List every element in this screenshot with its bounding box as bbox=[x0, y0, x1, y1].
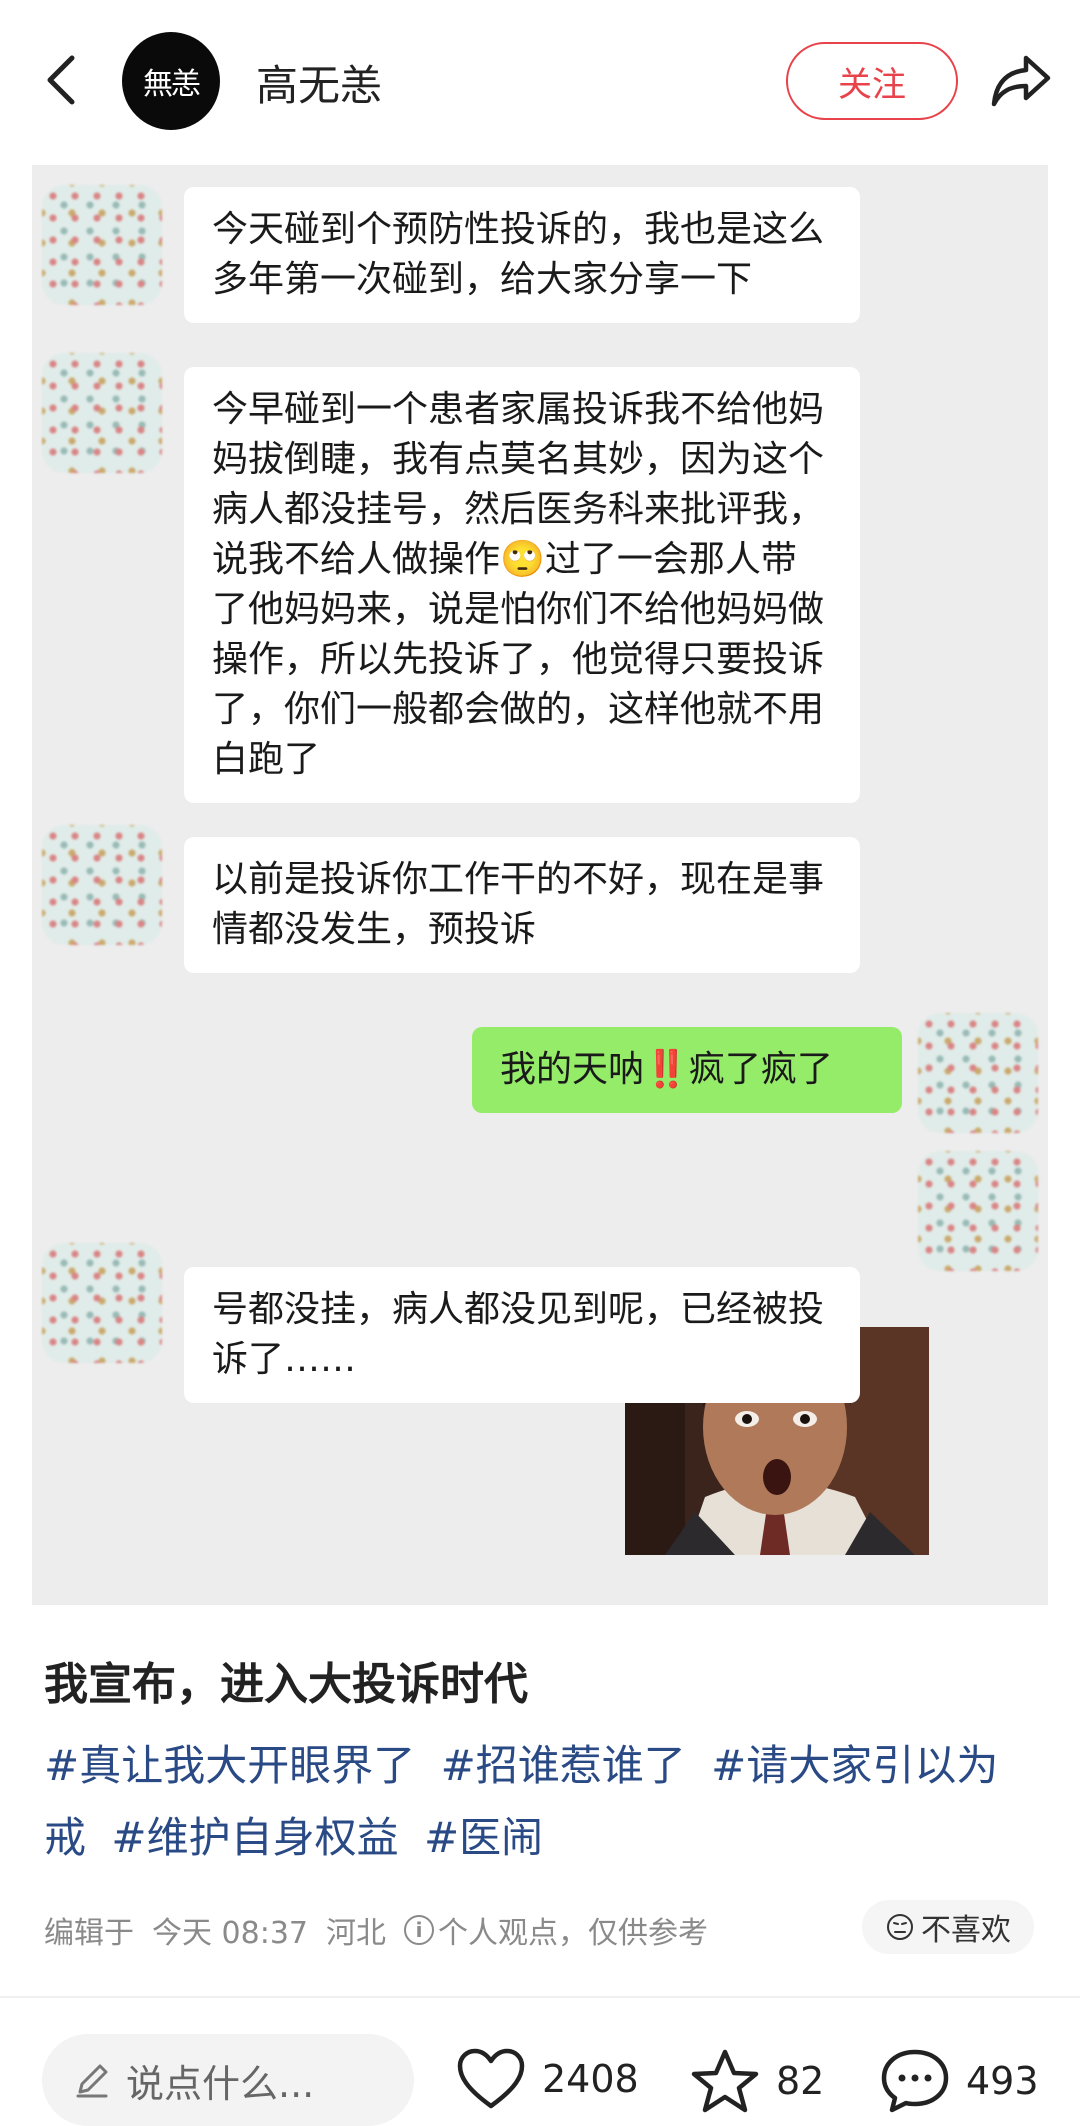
post-title: 我宣布，进入大投诉时代 bbox=[44, 1659, 528, 1710]
chat-screenshot[interactable]: 今天碰到个预防性投诉的，我也是这么多年第一次碰到，给大家分享一下 今早碰到一个患… bbox=[32, 165, 1048, 1605]
self-avatar-blurred bbox=[918, 1013, 1038, 1133]
chat-message-1: 今天碰到个预防性投诉的，我也是这么多年第一次碰到，给大家分享一下 bbox=[184, 187, 860, 323]
chat-message-2: 今早碰到一个患者家属投诉我不给他妈妈拔倒睫，我有点莫名其妙，因为这个病人都没挂号… bbox=[184, 367, 860, 803]
edited-prefix: 编辑于 bbox=[44, 1916, 134, 1951]
sender-avatar-blurred bbox=[42, 185, 162, 305]
hashtag-link[interactable]: #维护自身权益 bbox=[111, 1813, 398, 1862]
author-name[interactable]: 高无恙 bbox=[256, 52, 382, 113]
comment-bubble-icon bbox=[881, 2049, 949, 2113]
comment-count: 493 bbox=[966, 2059, 1039, 2103]
chat-message-5: 号都没挂，病人都没见到呢，已经被投诉了…… bbox=[184, 1267, 860, 1403]
chat-message-4: 我的天呐‼️疯了疯了 bbox=[472, 1027, 902, 1113]
divider bbox=[0, 1996, 1080, 1998]
location: 河北 bbox=[326, 1916, 386, 1951]
sender-avatar-blurred bbox=[42, 1243, 162, 1363]
post-meta: 编辑于 今天 08:37 河北 i 个人观点，仅供参考 bbox=[44, 1908, 708, 1952]
avatar[interactable]: 無恙 bbox=[122, 32, 220, 130]
favorite-button[interactable]: 82 bbox=[690, 2048, 824, 2114]
star-icon bbox=[691, 2049, 759, 2113]
dislike-label: 不喜欢 bbox=[921, 1913, 1011, 1948]
hashtag-link[interactable]: #真让我大开眼界了 bbox=[44, 1741, 415, 1790]
top-bar: 無恙 高无恙 关注 bbox=[0, 0, 1080, 160]
comment-input[interactable]: 说点什么... bbox=[42, 2034, 414, 2126]
dislike-button[interactable]: 不喜欢 bbox=[862, 1900, 1034, 1954]
disclaimer: 个人观点，仅供参考 bbox=[438, 1916, 708, 1951]
share-arrow-icon[interactable] bbox=[990, 52, 1052, 110]
comment-placeholder: 说点什么... bbox=[126, 2061, 315, 2106]
info-icon: i bbox=[404, 1915, 434, 1945]
chevron-left-icon[interactable] bbox=[38, 50, 88, 110]
like-count: 2408 bbox=[542, 2057, 639, 2101]
favorite-count: 82 bbox=[776, 2059, 825, 2103]
hashtag-link[interactable]: #招谁惹谁了 bbox=[441, 1741, 686, 1790]
edited-time: 今天 08:37 bbox=[152, 1916, 308, 1951]
chat-message-3: 以前是投诉你工作干的不好，现在是事情都没发生，预投诉 bbox=[184, 837, 860, 973]
hashtag-list: #真让我大开眼界了 #招谁惹谁了 #请大家引以为戒 #维护自身权益 #医闹 bbox=[44, 1730, 1044, 1874]
like-button[interactable]: 2408 bbox=[456, 2048, 639, 2110]
frown-face-icon bbox=[887, 1914, 913, 1940]
sender-avatar-blurred bbox=[42, 353, 162, 473]
sender-avatar-blurred bbox=[42, 825, 162, 945]
heart-icon bbox=[457, 2048, 525, 2109]
follow-button[interactable]: 关注 bbox=[786, 42, 958, 120]
hashtag-link[interactable]: #医闹 bbox=[424, 1813, 543, 1862]
comment-button[interactable]: 493 bbox=[880, 2048, 1039, 2114]
pencil-icon bbox=[76, 2064, 108, 2098]
self-avatar-blurred bbox=[918, 1151, 1038, 1271]
